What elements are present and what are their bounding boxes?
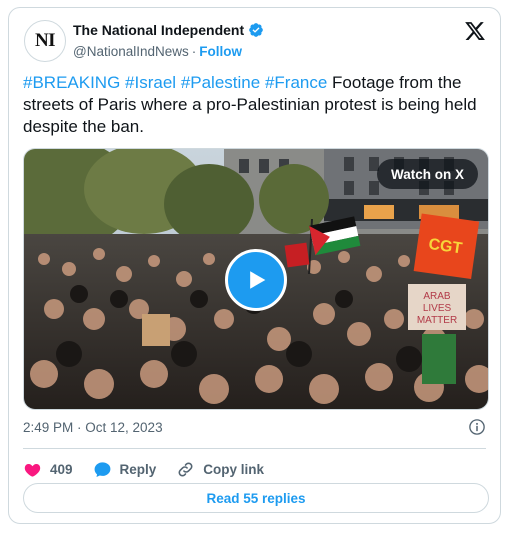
reply-bubble-icon — [94, 461, 110, 477]
copy-link-button[interactable]: Copy link — [176, 460, 264, 479]
hashtag-france[interactable]: #France — [265, 73, 327, 92]
watch-on-x-button[interactable]: Watch on X — [377, 159, 478, 189]
read-replies-button[interactable]: Read 55 replies — [23, 483, 489, 513]
verified-badge-icon — [248, 22, 264, 38]
tweet-card: NI The National Independent @NationalInd… — [8, 7, 501, 524]
handle-row: @NationalIndNews · Follow — [73, 44, 242, 59]
play-icon — [250, 271, 266, 289]
handle[interactable]: @NationalIndNews — [73, 44, 189, 59]
hashtag-palestine[interactable]: #Palestine — [181, 73, 260, 92]
sign-line-1: ARAB — [423, 291, 451, 302]
reply-button[interactable]: Reply — [93, 460, 157, 479]
tweet-text: #BREAKING #Israel #Palestine #France Foo… — [23, 72, 489, 138]
avatar[interactable]: NI — [24, 20, 66, 62]
sign-line-3: MATTER — [417, 315, 457, 326]
hashtag-breaking[interactable]: #BREAKING — [23, 73, 120, 92]
divider — [23, 448, 486, 449]
timestamp[interactable]: 2:49 PM · Oct 12, 2023 — [23, 420, 163, 435]
display-name[interactable]: The National Independent — [73, 22, 244, 38]
like-count: 409 — [50, 461, 73, 477]
like-button[interactable]: 409 — [23, 460, 73, 479]
follow-link[interactable]: Follow — [199, 44, 242, 59]
heart-icon — [24, 463, 41, 477]
video-media[interactable]: CGT ARAB LIVES MATTER Watch on X — [23, 148, 489, 410]
x-logo-icon[interactable] — [464, 20, 486, 42]
action-bar: 409 Reply Copy link — [23, 454, 284, 484]
play-button[interactable] — [225, 249, 287, 311]
separator: · — [191, 44, 197, 59]
reply-label: Reply — [119, 461, 157, 477]
author-name-row: The National Independent — [73, 22, 264, 38]
sign-line-2: LIVES — [423, 303, 452, 314]
link-icon — [178, 462, 193, 476]
copy-link-label: Copy link — [203, 461, 265, 477]
hashtag-israel[interactable]: #Israel — [125, 73, 176, 92]
info-icon[interactable] — [468, 418, 486, 436]
